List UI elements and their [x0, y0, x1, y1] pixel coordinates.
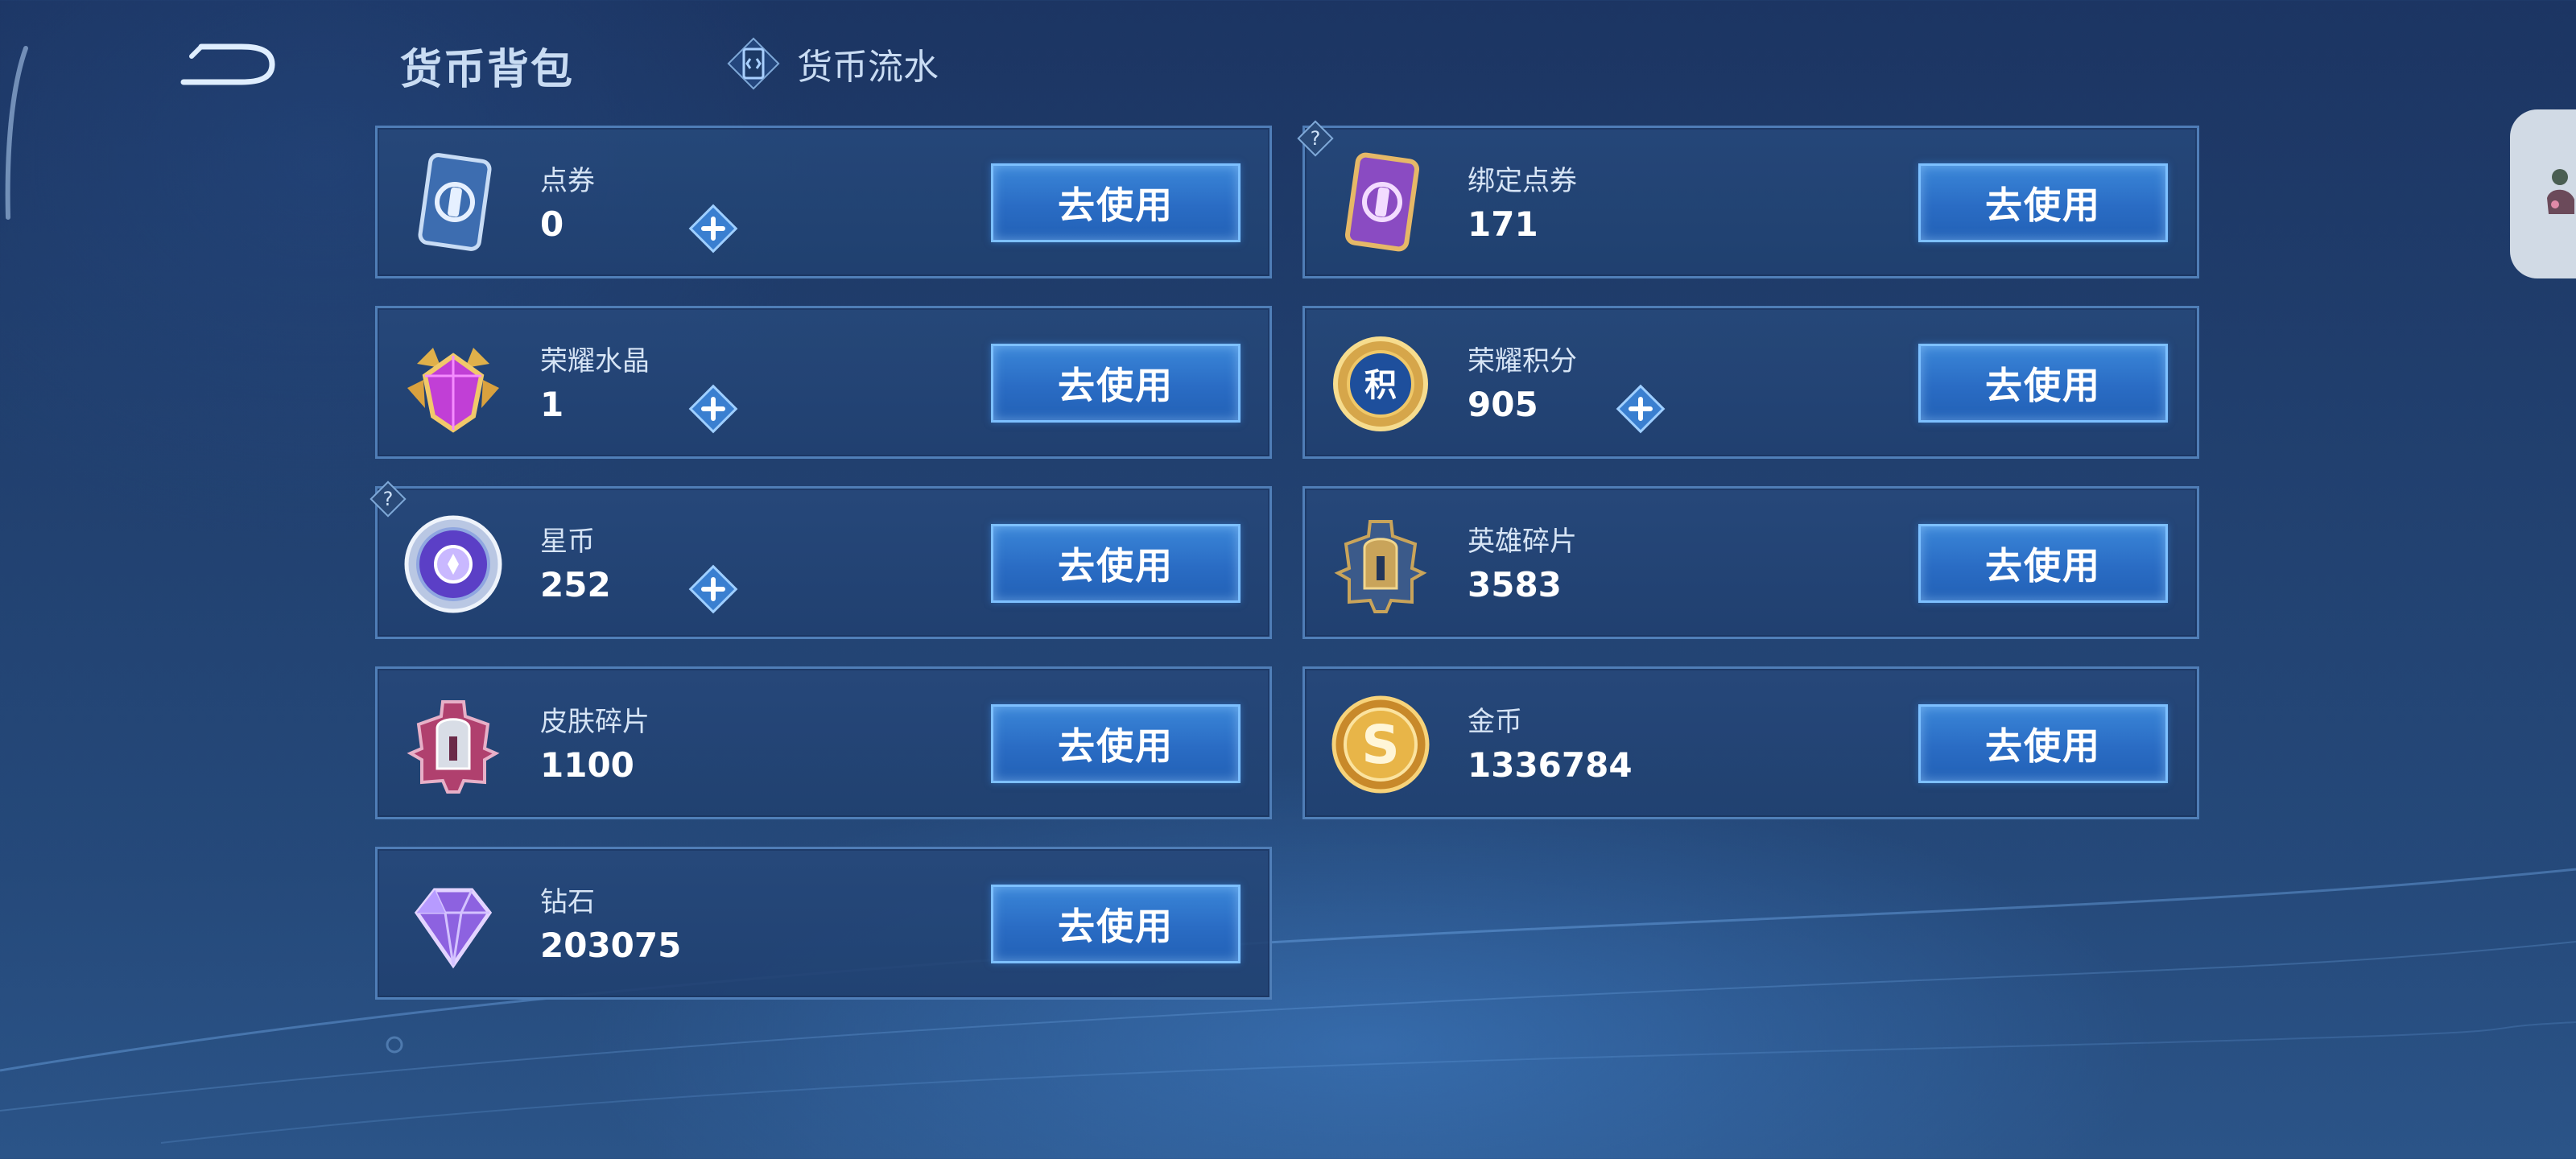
- add-star-coin-button[interactable]: [685, 561, 741, 617]
- svg-text:?: ?: [1311, 127, 1321, 150]
- currency-amount: 1100: [540, 745, 634, 785]
- page-title: 货币背包: [400, 46, 575, 94]
- side-drawer-tab[interactable]: [2510, 109, 2576, 278]
- hero-fragment-icon: [1327, 511, 1434, 617]
- currency-name: 荣耀积分: [1468, 345, 1577, 377]
- card-flow-icon: [724, 35, 782, 93]
- glory-points-icon: 积: [1327, 331, 1434, 437]
- use-hero-fragment-button[interactable]: 去使用: [1918, 524, 2168, 603]
- tab-currency-flow-label: 货币流水: [797, 47, 939, 88]
- use-gold-coin-button[interactable]: 去使用: [1918, 704, 2168, 783]
- use-star-coin-button[interactable]: 去使用: [991, 524, 1241, 603]
- skin-fragment-icon: [400, 691, 506, 798]
- currency-card-diamond: 钻石 203075 去使用: [375, 847, 1272, 1000]
- add-glory-crystal-button[interactable]: [685, 381, 741, 437]
- use-diamond-button[interactable]: 去使用: [991, 885, 1241, 963]
- currency-amount: 1336784: [1468, 745, 1633, 785]
- svg-text:S: S: [1361, 714, 1400, 776]
- svg-text:积: 积: [1364, 367, 1397, 404]
- character-avatar-icon: [2547, 169, 2574, 214]
- currency-amount: 905: [1468, 385, 1538, 424]
- add-voucher-button[interactable]: [685, 200, 741, 257]
- currency-name: 绑定点券: [1468, 165, 1577, 197]
- currency-amount: 0: [540, 204, 564, 244]
- currency-name: 英雄碎片: [1468, 526, 1577, 558]
- currency-card-hero-fragment: 英雄碎片 3583 去使用: [1302, 486, 2199, 639]
- purple-card-icon: [1327, 151, 1434, 257]
- diamond-icon: [400, 872, 506, 978]
- back-arrow-icon: [180, 43, 275, 85]
- currency-amount: 171: [1468, 204, 1538, 244]
- currency-name: 点券: [540, 165, 595, 197]
- use-glory-crystal-button[interactable]: 去使用: [991, 344, 1241, 423]
- tab-currency-flow[interactable]: 货币流水: [724, 35, 939, 92]
- currency-name: 钻石: [540, 886, 595, 918]
- currency-name: 金币: [1468, 706, 1522, 738]
- currency-amount: 252: [540, 565, 611, 604]
- currency-card-gold-coin: S 金币 1336784 去使用: [1302, 666, 2199, 819]
- left-edge-handle: [5, 46, 28, 220]
- use-voucher-button[interactable]: 去使用: [991, 163, 1241, 242]
- use-skin-fragment-button[interactable]: 去使用: [991, 704, 1241, 783]
- currency-name: 荣耀水晶: [540, 345, 650, 377]
- currency-name: 皮肤碎片: [540, 706, 650, 738]
- currency-card-star-coin: ? 星币 252 去使用: [369, 481, 1272, 639]
- currency-amount: 203075: [540, 926, 682, 965]
- svg-text:?: ?: [383, 488, 394, 510]
- add-glory-points-button[interactable]: [1612, 381, 1669, 437]
- currency-card-glory-points: 积 荣耀积分 905 去使用: [1302, 306, 2199, 459]
- currency-card-glory-crystal: 荣耀水晶 1 去使用: [375, 306, 1272, 459]
- currency-amount: 3583: [1468, 565, 1562, 604]
- currency-card-skin-fragment: 皮肤碎片 1100 去使用: [375, 666, 1272, 819]
- gold-coin-icon: S: [1327, 691, 1434, 798]
- back-button[interactable]: [177, 32, 282, 97]
- currency-amount: 1: [540, 385, 564, 424]
- star-coin-icon: [400, 511, 506, 617]
- currency-card-voucher: 点券 0 去使用: [375, 126, 1272, 278]
- currency-card-bound-voucher: ? 绑定点券 171 去使用: [1297, 120, 2199, 278]
- glory-crystal-icon: [400, 331, 506, 437]
- currency-name: 星币: [540, 526, 595, 558]
- use-glory-points-button[interactable]: 去使用: [1918, 344, 2168, 423]
- use-bound-voucher-button[interactable]: 去使用: [1918, 163, 2168, 242]
- blue-card-icon: [400, 151, 506, 257]
